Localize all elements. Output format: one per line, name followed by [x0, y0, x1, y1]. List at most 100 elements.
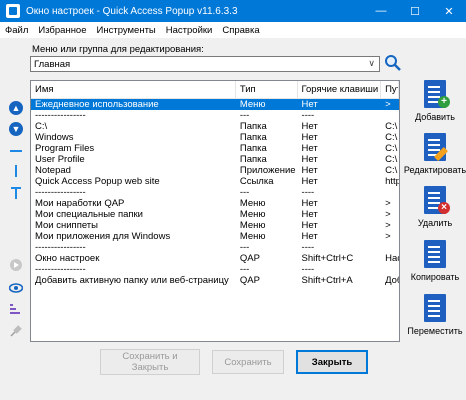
list-row[interactable]: Program Files Папка Нет C:\: [31, 143, 399, 154]
menu-help[interactable]: Справка: [217, 25, 264, 36]
row-path: Нас: [385, 253, 399, 264]
row-path: C:\: [385, 132, 398, 143]
list-row[interactable]: Мои сниппеты Меню Нет >: [31, 220, 399, 231]
list-row[interactable]: Мои специальные папки Меню Нет >: [31, 209, 399, 220]
delete-action[interactable]: × Удалить: [404, 186, 466, 228]
close-button[interactable]: Закрыть: [296, 350, 368, 374]
chevron-down-icon: ∨: [368, 58, 375, 68]
row-name: ----------------: [35, 110, 86, 121]
row-name: Ежедневное использование: [35, 99, 159, 110]
list-row[interactable]: Окно настроек QAP Shift+Ctrl+C Нас: [31, 253, 399, 264]
add-text-separator-icon[interactable]: [9, 186, 23, 200]
row-name: Program Files: [35, 143, 95, 154]
list-row[interactable]: User Profile Папка Нет C:\: [31, 154, 399, 165]
row-name: Мои наработки QAP: [35, 198, 125, 209]
move-up-icon[interactable]: ▲: [9, 101, 23, 115]
row-type: Меню: [239, 220, 266, 231]
row-type: Папка: [239, 143, 267, 154]
row-hotkey: Нет: [301, 121, 318, 132]
row-type: Приложение: [239, 165, 296, 176]
row-name: Мои специальные папки: [35, 209, 143, 220]
add-action[interactable]: + Добавить: [404, 80, 466, 122]
row-hotkey: Shift+Ctrl+C: [301, 253, 354, 264]
row-type: Ссылка: [239, 176, 274, 187]
row-type: QAP: [239, 253, 260, 264]
column-path[interactable]: Пут: [381, 81, 399, 98]
pin-icon[interactable]: [9, 324, 23, 338]
edit-label: Редактировать: [403, 165, 466, 175]
row-name: C:\: [35, 121, 48, 132]
list-row[interactable]: ---------------- --- ----: [31, 264, 399, 275]
row-hotkey: Нет: [301, 99, 318, 110]
add-column-break-icon[interactable]: [9, 164, 23, 178]
list-row[interactable]: Notepad Приложение Нет C:\: [31, 165, 399, 176]
menu-tools[interactable]: Инструменты: [92, 25, 161, 36]
menu-favorites[interactable]: Избранное: [33, 25, 91, 36]
row-name: Мои сниппеты: [35, 220, 98, 231]
edit-action[interactable]: Редактировать: [404, 133, 466, 175]
menu-file[interactable]: Файл: [0, 25, 33, 36]
row-hotkey: Нет: [301, 220, 318, 231]
list-row[interactable]: ---------------- --- ----: [31, 242, 399, 253]
minimize-button[interactable]: —: [364, 0, 398, 22]
move-down-icon[interactable]: ▼: [9, 122, 23, 136]
app-icon: [6, 4, 20, 18]
row-type: Меню: [239, 209, 266, 220]
plus-icon: +: [438, 96, 450, 108]
row-path: C:\: [385, 143, 398, 154]
row-path: >: [385, 99, 391, 110]
list-row[interactable]: ---------------- --- ----: [31, 187, 399, 198]
row-name: ----------------: [35, 242, 86, 253]
document-copy-icon: [424, 240, 446, 268]
list-row[interactable]: ---------------- --- ----: [31, 110, 399, 121]
list-header: Имя Тип Горячие клавиши Пут: [31, 81, 399, 99]
search-icon[interactable]: [384, 54, 402, 72]
save-and-close-button[interactable]: Сохранить и Закрыть: [100, 349, 200, 375]
row-name: User Profile: [35, 154, 85, 165]
row-name: Окно настроек: [35, 253, 100, 264]
row-name: ----------------: [35, 264, 86, 275]
menu-dropdown[interactable]: Главная ∨: [30, 56, 380, 72]
list-row[interactable]: Windows Папка Нет C:\: [31, 132, 399, 143]
add-separator-icon[interactable]: [9, 144, 23, 158]
row-path: [381, 110, 399, 121]
list-row[interactable]: Quick Access Popup web site Ссылка Нет http: [31, 176, 399, 187]
copy-action[interactable]: Копировать: [404, 240, 466, 282]
list-row[interactable]: Добавить активную папку или веб-страницу…: [31, 275, 399, 286]
column-type[interactable]: Тип: [236, 81, 298, 98]
row-path: C:\: [385, 154, 398, 165]
row-path: Доб: [385, 275, 399, 286]
row-path: C:\: [385, 165, 398, 176]
row-type: Меню: [239, 198, 266, 209]
list-row[interactable]: Ежедневное использование Меню Нет >: [31, 99, 399, 110]
row-type: QAP: [239, 275, 260, 286]
list-row[interactable]: C:\ Папка Нет C:\: [31, 121, 399, 132]
row-path: [381, 264, 399, 275]
column-hotkey[interactable]: Горячие клавиши: [298, 81, 382, 98]
eye-icon[interactable]: [8, 281, 24, 295]
list-rows: Ежедневное использование Меню Нет > --------…: [31, 99, 399, 286]
run-icon[interactable]: [9, 258, 23, 272]
list-row[interactable]: Мои наработки QAP Меню Нет >: [31, 198, 399, 209]
copy-label: Копировать: [410, 272, 460, 282]
row-path: >: [385, 220, 391, 231]
move-action[interactable]: Переместить: [404, 294, 466, 336]
maximize-button[interactable]: ☐: [398, 0, 432, 22]
row-path: [381, 242, 399, 253]
row-name: Добавить активную папку или веб-страницу: [35, 275, 229, 286]
save-button[interactable]: Сохранить: [212, 350, 284, 374]
delete-icon: ×: [438, 202, 450, 214]
menu-settings[interactable]: Настройки: [161, 25, 218, 36]
menu-dropdown-value: Главная: [34, 58, 71, 70]
row-hotkey: Нет: [301, 198, 318, 209]
row-type: ---: [239, 110, 250, 121]
row-name: ----------------: [35, 187, 86, 198]
row-path: C:\: [385, 121, 398, 132]
sort-icon[interactable]: [9, 302, 23, 316]
row-type: ---: [239, 242, 250, 253]
list-row[interactable]: Мои приложения для Windows Меню Нет >: [31, 231, 399, 242]
row-name: Quick Access Popup web site: [35, 176, 160, 187]
column-name[interactable]: Имя: [31, 81, 236, 98]
favorites-list[interactable]: Имя Тип Горячие клавиши Пут Ежедневное и…: [30, 80, 400, 342]
close-window-button[interactable]: ✕: [432, 0, 466, 22]
